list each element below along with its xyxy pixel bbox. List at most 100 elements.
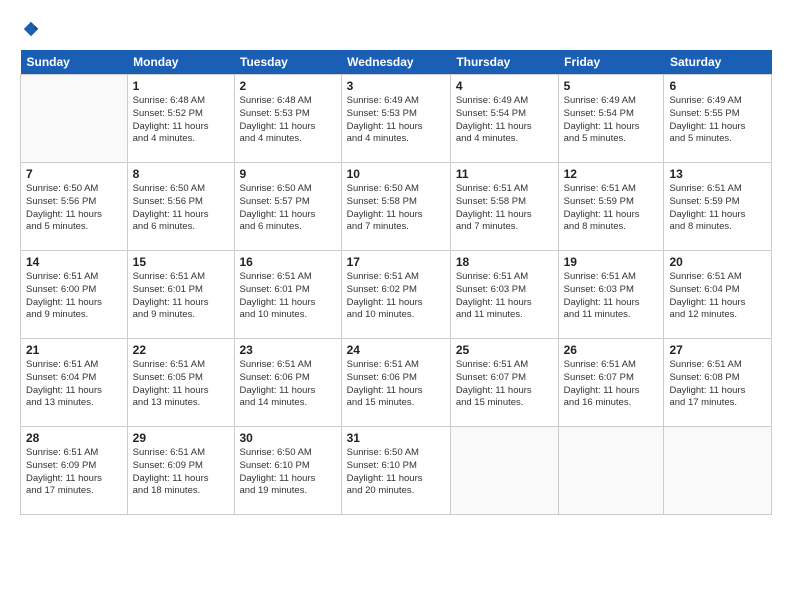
- day-number: 4: [456, 79, 553, 93]
- calendar-cell: [558, 427, 664, 515]
- day-number: 6: [669, 79, 766, 93]
- day-info: Sunrise: 6:50 AMSunset: 5:56 PMDaylight:…: [26, 183, 122, 234]
- calendar-cell: 7 Sunrise: 6:50 AMSunset: 5:56 PMDaylight…: [21, 163, 128, 251]
- day-number: 23: [240, 343, 336, 357]
- calendar-cell: 12 Sunrise: 6:51 AMSunset: 5:59 PMDayligh…: [558, 163, 664, 251]
- day-info: Sunrise: 6:51 AMSunset: 5:59 PMDaylight:…: [564, 183, 659, 234]
- day-number: 19: [564, 255, 659, 269]
- day-info: Sunrise: 6:51 AMSunset: 6:09 PMDaylight:…: [26, 447, 122, 498]
- calendar-cell: 14 Sunrise: 6:51 AMSunset: 6:00 PMDayligh…: [21, 251, 128, 339]
- week-row-4: 21 Sunrise: 6:51 AMSunset: 6:04 PMDayligh…: [21, 339, 772, 427]
- calendar-cell: 29 Sunrise: 6:51 AMSunset: 6:09 PMDayligh…: [127, 427, 234, 515]
- calendar-cell: 13Sunrise: 6:51 AMSunset: 5:59 PMDayligh…: [664, 163, 772, 251]
- day-info: Sunrise: 6:51 AMSunset: 6:01 PMDaylight:…: [240, 271, 336, 322]
- day-number: 17: [347, 255, 445, 269]
- day-info: Sunrise: 6:51 AMSunset: 6:07 PMDaylight:…: [564, 359, 659, 410]
- day-number: 24: [347, 343, 445, 357]
- day-info: Sunrise: 6:50 AMSunset: 5:57 PMDaylight:…: [240, 183, 336, 234]
- header: [20, 20, 772, 38]
- page: SundayMondayTuesdayWednesdayThursdayFrid…: [0, 0, 792, 612]
- day-info: Sunrise: 6:51 AMSunset: 6:06 PMDaylight:…: [240, 359, 336, 410]
- week-row-2: 7 Sunrise: 6:50 AMSunset: 5:56 PMDaylight…: [21, 163, 772, 251]
- calendar-cell: 25 Sunrise: 6:51 AMSunset: 6:07 PMDayligh…: [450, 339, 558, 427]
- day-info: Sunrise: 6:51 AMSunset: 6:06 PMDaylight:…: [347, 359, 445, 410]
- day-number: 11: [456, 167, 553, 181]
- calendar-cell: 15 Sunrise: 6:51 AMSunset: 6:01 PMDayligh…: [127, 251, 234, 339]
- day-number: 1: [133, 79, 229, 93]
- day-info: Sunrise: 6:50 AMSunset: 5:58 PMDaylight:…: [347, 183, 445, 234]
- calendar-cell: 20Sunrise: 6:51 AMSunset: 6:04 PMDayligh…: [664, 251, 772, 339]
- week-row-3: 14 Sunrise: 6:51 AMSunset: 6:00 PMDayligh…: [21, 251, 772, 339]
- calendar-cell: 8 Sunrise: 6:50 AMSunset: 5:56 PMDaylight…: [127, 163, 234, 251]
- day-info: Sunrise: 6:48 AMSunset: 5:53 PMDaylight:…: [240, 95, 336, 146]
- day-number: 2: [240, 79, 336, 93]
- weekday-header-friday: Friday: [558, 50, 664, 75]
- calendar-cell: 11Sunrise: 6:51 AMSunset: 5:58 PMDayligh…: [450, 163, 558, 251]
- calendar-cell: [664, 427, 772, 515]
- weekday-header-wednesday: Wednesday: [341, 50, 450, 75]
- day-info: Sunrise: 6:51 AMSunset: 6:01 PMDaylight:…: [133, 271, 229, 322]
- day-number: 22: [133, 343, 229, 357]
- day-number: 28: [26, 431, 122, 445]
- day-number: 8: [133, 167, 229, 181]
- weekday-header-saturday: Saturday: [664, 50, 772, 75]
- calendar-cell: 31Sunrise: 6:50 AMSunset: 6:10 PMDayligh…: [341, 427, 450, 515]
- calendar-cell: 10Sunrise: 6:50 AMSunset: 5:58 PMDayligh…: [341, 163, 450, 251]
- week-row-1: 1 Sunrise: 6:48 AMSunset: 5:52 PMDaylight…: [21, 75, 772, 163]
- day-info: Sunrise: 6:51 AMSunset: 6:08 PMDaylight:…: [669, 359, 766, 410]
- weekday-header-sunday: Sunday: [21, 50, 128, 75]
- day-info: Sunrise: 6:50 AMSunset: 6:10 PMDaylight:…: [240, 447, 336, 498]
- day-number: 20: [669, 255, 766, 269]
- day-info: Sunrise: 6:48 AMSunset: 5:52 PMDaylight:…: [133, 95, 229, 146]
- calendar-cell: 2 Sunrise: 6:48 AMSunset: 5:53 PMDaylight…: [234, 75, 341, 163]
- day-number: 16: [240, 255, 336, 269]
- calendar-cell: [21, 75, 128, 163]
- day-info: Sunrise: 6:49 AMSunset: 5:54 PMDaylight:…: [564, 95, 659, 146]
- weekday-header-thursday: Thursday: [450, 50, 558, 75]
- calendar-cell: 22 Sunrise: 6:51 AMSunset: 6:05 PMDayligh…: [127, 339, 234, 427]
- logo-icon: [22, 20, 40, 38]
- day-info: Sunrise: 6:51 AMSunset: 6:02 PMDaylight:…: [347, 271, 445, 322]
- calendar-cell: 5 Sunrise: 6:49 AMSunset: 5:54 PMDaylight…: [558, 75, 664, 163]
- day-number: 25: [456, 343, 553, 357]
- calendar-cell: 16 Sunrise: 6:51 AMSunset: 6:01 PMDayligh…: [234, 251, 341, 339]
- day-info: Sunrise: 6:51 AMSunset: 6:05 PMDaylight:…: [133, 359, 229, 410]
- calendar-cell: 24 Sunrise: 6:51 AMSunset: 6:06 PMDayligh…: [341, 339, 450, 427]
- day-number: 12: [564, 167, 659, 181]
- logo: [20, 20, 40, 38]
- week-row-5: 28 Sunrise: 6:51 AMSunset: 6:09 PMDayligh…: [21, 427, 772, 515]
- day-number: 29: [133, 431, 229, 445]
- calendar-cell: 23 Sunrise: 6:51 AMSunset: 6:06 PMDayligh…: [234, 339, 341, 427]
- calendar-cell: 9 Sunrise: 6:50 AMSunset: 5:57 PMDaylight…: [234, 163, 341, 251]
- day-info: Sunrise: 6:51 AMSunset: 6:00 PMDaylight:…: [26, 271, 122, 322]
- day-info: Sunrise: 6:51 AMSunset: 6:03 PMDaylight:…: [456, 271, 553, 322]
- calendar-cell: 4 Sunrise: 6:49 AMSunset: 5:54 PMDaylight…: [450, 75, 558, 163]
- day-number: 27: [669, 343, 766, 357]
- calendar-cell: 30 Sunrise: 6:50 AMSunset: 6:10 PMDayligh…: [234, 427, 341, 515]
- day-number: 30: [240, 431, 336, 445]
- calendar-cell: 6Sunrise: 6:49 AMSunset: 5:55 PMDaylight…: [664, 75, 772, 163]
- calendar-cell: 3 Sunrise: 6:49 AMSunset: 5:53 PMDaylight…: [341, 75, 450, 163]
- day-info: Sunrise: 6:51 AMSunset: 6:04 PMDaylight:…: [26, 359, 122, 410]
- day-number: 5: [564, 79, 659, 93]
- day-info: Sunrise: 6:51 AMSunset: 6:07 PMDaylight:…: [456, 359, 553, 410]
- day-number: 9: [240, 167, 336, 181]
- day-info: Sunrise: 6:49 AMSunset: 5:53 PMDaylight:…: [347, 95, 445, 146]
- calendar-cell: 26Sunrise: 6:51 AMSunset: 6:07 PMDayligh…: [558, 339, 664, 427]
- day-info: Sunrise: 6:51 AMSunset: 6:03 PMDaylight:…: [564, 271, 659, 322]
- weekday-header-monday: Monday: [127, 50, 234, 75]
- day-info: Sunrise: 6:51 AMSunset: 6:09 PMDaylight:…: [133, 447, 229, 498]
- day-info: Sunrise: 6:49 AMSunset: 5:54 PMDaylight:…: [456, 95, 553, 146]
- calendar-cell: 21 Sunrise: 6:51 AMSunset: 6:04 PMDayligh…: [21, 339, 128, 427]
- day-number: 3: [347, 79, 445, 93]
- calendar-cell: [450, 427, 558, 515]
- calendar-cell: 17 Sunrise: 6:51 AMSunset: 6:02 PMDayligh…: [341, 251, 450, 339]
- day-info: Sunrise: 6:51 AMSunset: 5:59 PMDaylight:…: [669, 183, 766, 234]
- calendar-cell: 28 Sunrise: 6:51 AMSunset: 6:09 PMDayligh…: [21, 427, 128, 515]
- day-number: 21: [26, 343, 122, 357]
- calendar-cell: 1 Sunrise: 6:48 AMSunset: 5:52 PMDaylight…: [127, 75, 234, 163]
- day-number: 7: [26, 167, 122, 181]
- day-info: Sunrise: 6:50 AMSunset: 5:56 PMDaylight:…: [133, 183, 229, 234]
- day-number: 15: [133, 255, 229, 269]
- day-number: 14: [26, 255, 122, 269]
